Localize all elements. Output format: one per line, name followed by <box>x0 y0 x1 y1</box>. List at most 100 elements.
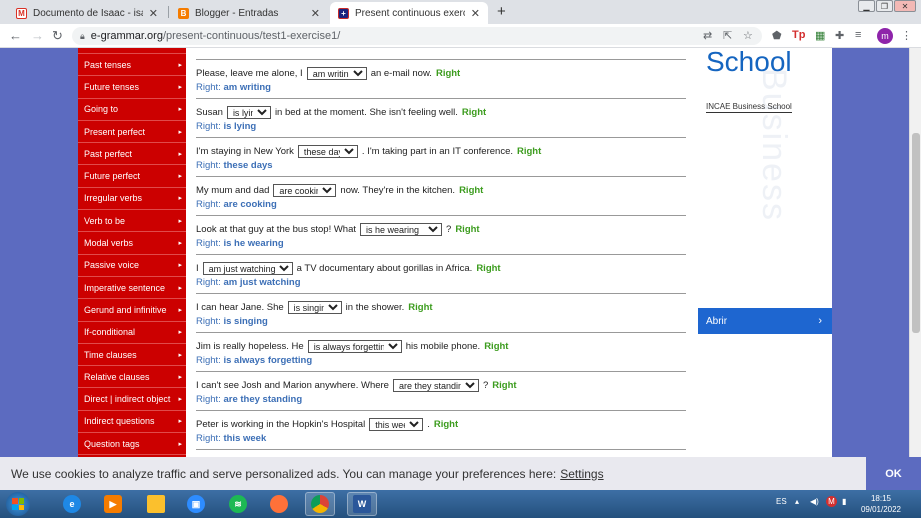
taskbar-zoom[interactable]: ▣ <box>181 492 211 516</box>
ad-watermark: Business <box>755 68 793 222</box>
volume-icon[interactable]: ◀) <box>810 497 819 506</box>
answer-prefix: Right: <box>196 160 221 171</box>
taskbar-media-player[interactable]: ▶ <box>98 492 128 516</box>
menu-dots-icon[interactable]: ⋮ <box>901 29 912 42</box>
share-icon[interactable]: ⇱ <box>723 29 732 42</box>
sidebar-item-if-conditional[interactable]: If-conditional ▸ <box>78 322 186 344</box>
sidebar-item-label: Present perfect <box>84 126 146 137</box>
extension-tp-icon[interactable]: Tp <box>792 29 805 41</box>
close-tab-icon[interactable]: ✕ <box>471 7 480 20</box>
extension-shield-icon[interactable]: ⬟ <box>772 29 782 42</box>
sidebar-item-future-tenses[interactable]: Future tenses ▸ <box>78 76 186 99</box>
taskbar-file-explorer[interactable] <box>141 492 171 516</box>
right-feedback: Right <box>459 185 484 196</box>
close-window-button[interactable]: ✕ <box>894 0 916 12</box>
translate-icon[interactable]: ⇄ <box>703 29 712 42</box>
answer-select[interactable]: am just watching <box>202 262 293 275</box>
minimize-button[interactable]: ▁ <box>858 0 875 12</box>
sidebar-item-past-tenses[interactable]: Past tenses ▸ <box>78 54 186 77</box>
answer-prefix: Right: <box>196 121 221 132</box>
restore-button[interactable]: ❐ <box>876 0 893 12</box>
sidebar-item-imperative-sentence[interactable]: Imperative sentence ▸ <box>78 277 186 300</box>
right-feedback: Right <box>461 107 487 118</box>
sidebar-item-time-clauses[interactable]: Time clauses ▸ <box>78 344 186 367</box>
sidebar-item-gerund-and-infinitive[interactable]: Gerund and infinitive ▸ <box>78 299 186 322</box>
close-tab-icon[interactable]: ✕ <box>311 7 320 20</box>
browser-toolbar: ← → ↻ 🔒︎ e-grammar.org/present-continuou… <box>0 24 921 48</box>
sidebar-item-passive-voice[interactable]: Passive voice ▸ <box>78 255 186 277</box>
reload-icon[interactable]: ↻ <box>52 28 63 44</box>
cookie-settings-link[interactable]: Settings <box>560 467 603 481</box>
address-bar[interactable]: 🔒︎ e-grammar.org/present-continuous/test… <box>72 27 762 45</box>
cookie-text: We use cookies to analyze traffic and se… <box>11 466 557 481</box>
question-text-after: . <box>427 419 430 430</box>
url-text: e-grammar.org/present-continuous/test1-e… <box>91 30 340 42</box>
answer-select[interactable]: these days <box>297 145 358 158</box>
start-button[interactable] <box>6 492 30 516</box>
answer-select[interactable]: am writing <box>306 67 367 80</box>
sidebar-item-present-perfect[interactable]: Present perfect ▸ <box>78 121 186 144</box>
answer-select[interactable]: this week <box>369 418 424 431</box>
chevron-right-icon: ▸ <box>178 262 182 270</box>
sidebar-item-label: If-conditional <box>84 327 136 338</box>
bookmark-star-icon[interactable]: ☆ <box>743 29 753 42</box>
question-item: Peter is working in the Hopkin's Hospita… <box>196 418 686 444</box>
network-icon[interactable]: ▮ <box>842 497 846 506</box>
system-clock[interactable]: 18:15 09/01/2022 <box>856 493 906 515</box>
divider <box>196 449 686 450</box>
answer-select[interactable]: are they standing <box>392 379 479 392</box>
question-sentence: Look at that guy at the bus stop! What i… <box>196 223 686 236</box>
scrollbar-thumb[interactable] <box>912 133 920 333</box>
tray-app-icon[interactable]: M <box>826 496 837 507</box>
tray-expand-icon[interactable]: ▴ <box>795 497 799 506</box>
language-indicator[interactable]: ES <box>776 497 787 506</box>
tab-blogger[interactable]: B Blogger - Entradas ✕ <box>170 2 328 24</box>
sidebar-item-past-perfect[interactable]: Past perfect ▸ <box>78 143 186 166</box>
divider <box>196 59 686 60</box>
extension-calendar-icon[interactable]: ▦ <box>815 29 825 42</box>
answer-select[interactable]: is lying <box>226 106 271 119</box>
sidebar-item-direct-indirect-object[interactable]: Direct | indirect object ▸ <box>78 388 186 411</box>
sidebar-item-future-perfect[interactable]: Future perfect ▸ <box>78 165 186 188</box>
sidebar-item-verb-to-be[interactable]: Verb to be ▸ <box>78 210 186 233</box>
answer-select[interactable]: is he wearing <box>360 223 443 236</box>
sidebar-item-irregular-verbs[interactable]: Irregular verbs ▸ <box>78 188 186 211</box>
ad-open-button[interactable]: Abrir › <box>698 308 832 334</box>
new-tab-button[interactable]: + <box>497 3 506 20</box>
forward-arrow-icon[interactable]: → <box>31 28 44 43</box>
chevron-right-icon: ▸ <box>178 418 182 426</box>
question-sentence: Peter is working in the Hopkin's Hospita… <box>196 418 686 431</box>
question-text-before: Susan <box>196 107 223 118</box>
sidebar-item-relative-clauses[interactable]: Relative clauses ▸ <box>78 366 186 389</box>
question-sentence: Please, leave me alone, I am writing an … <box>196 67 686 80</box>
taskbar-internet-explorer[interactable]: e <box>57 492 87 516</box>
tab-gmail[interactable]: M Documento de Isaac - isaacsanch ✕ <box>8 2 166 24</box>
page-scrollbar[interactable] <box>909 48 921 457</box>
answer-prefix: Right: <box>196 82 221 93</box>
right-feedback: Right <box>517 146 542 157</box>
back-arrow-icon[interactable]: ← <box>9 28 22 43</box>
sidebar-item-going-to[interactable]: Going to ▸ <box>78 99 186 121</box>
lock-icon[interactable]: 🔒︎ <box>80 31 85 42</box>
answer-select[interactable]: are cooking <box>273 184 337 197</box>
close-tab-icon[interactable]: ✕ <box>149 7 158 20</box>
cookie-ok-button[interactable]: OK <box>866 457 921 490</box>
sidebar-item-label: Imperative sentence <box>84 282 166 293</box>
sidebar-item-indirect-questions[interactable]: Indirect questions ▸ <box>78 411 186 434</box>
extensions-puzzle-icon[interactable]: ✚ <box>835 29 844 42</box>
reading-list-icon[interactable]: ≡ <box>855 29 861 41</box>
answer-select[interactable]: is always forgetting <box>307 340 402 353</box>
sidebar-item-modal-verbs[interactable]: Modal verbs ▸ <box>78 232 186 255</box>
tab-title: Present continuous exercises Mu <box>355 7 465 19</box>
advertisement[interactable]: Business School INCAE Business School Ab… <box>696 48 832 457</box>
tab-present-continuous[interactable]: + Present continuous exercises Mu ✕ <box>330 2 488 24</box>
taskbar-spotify[interactable]: ≋ <box>223 492 253 516</box>
taskbar-word[interactable]: W <box>347 492 377 516</box>
answer-select[interactable]: is singing <box>287 301 342 314</box>
question-item: Jim is really hopeless. He is always for… <box>196 340 686 366</box>
question-text-after: in bed at the moment. She isn't feeling … <box>274 107 458 118</box>
taskbar-chrome[interactable] <box>305 492 335 516</box>
taskbar-firefox[interactable] <box>264 492 294 516</box>
sidebar-item-question-tags[interactable]: Question tags ▸ <box>78 433 186 456</box>
profile-avatar[interactable]: m <box>877 28 893 44</box>
